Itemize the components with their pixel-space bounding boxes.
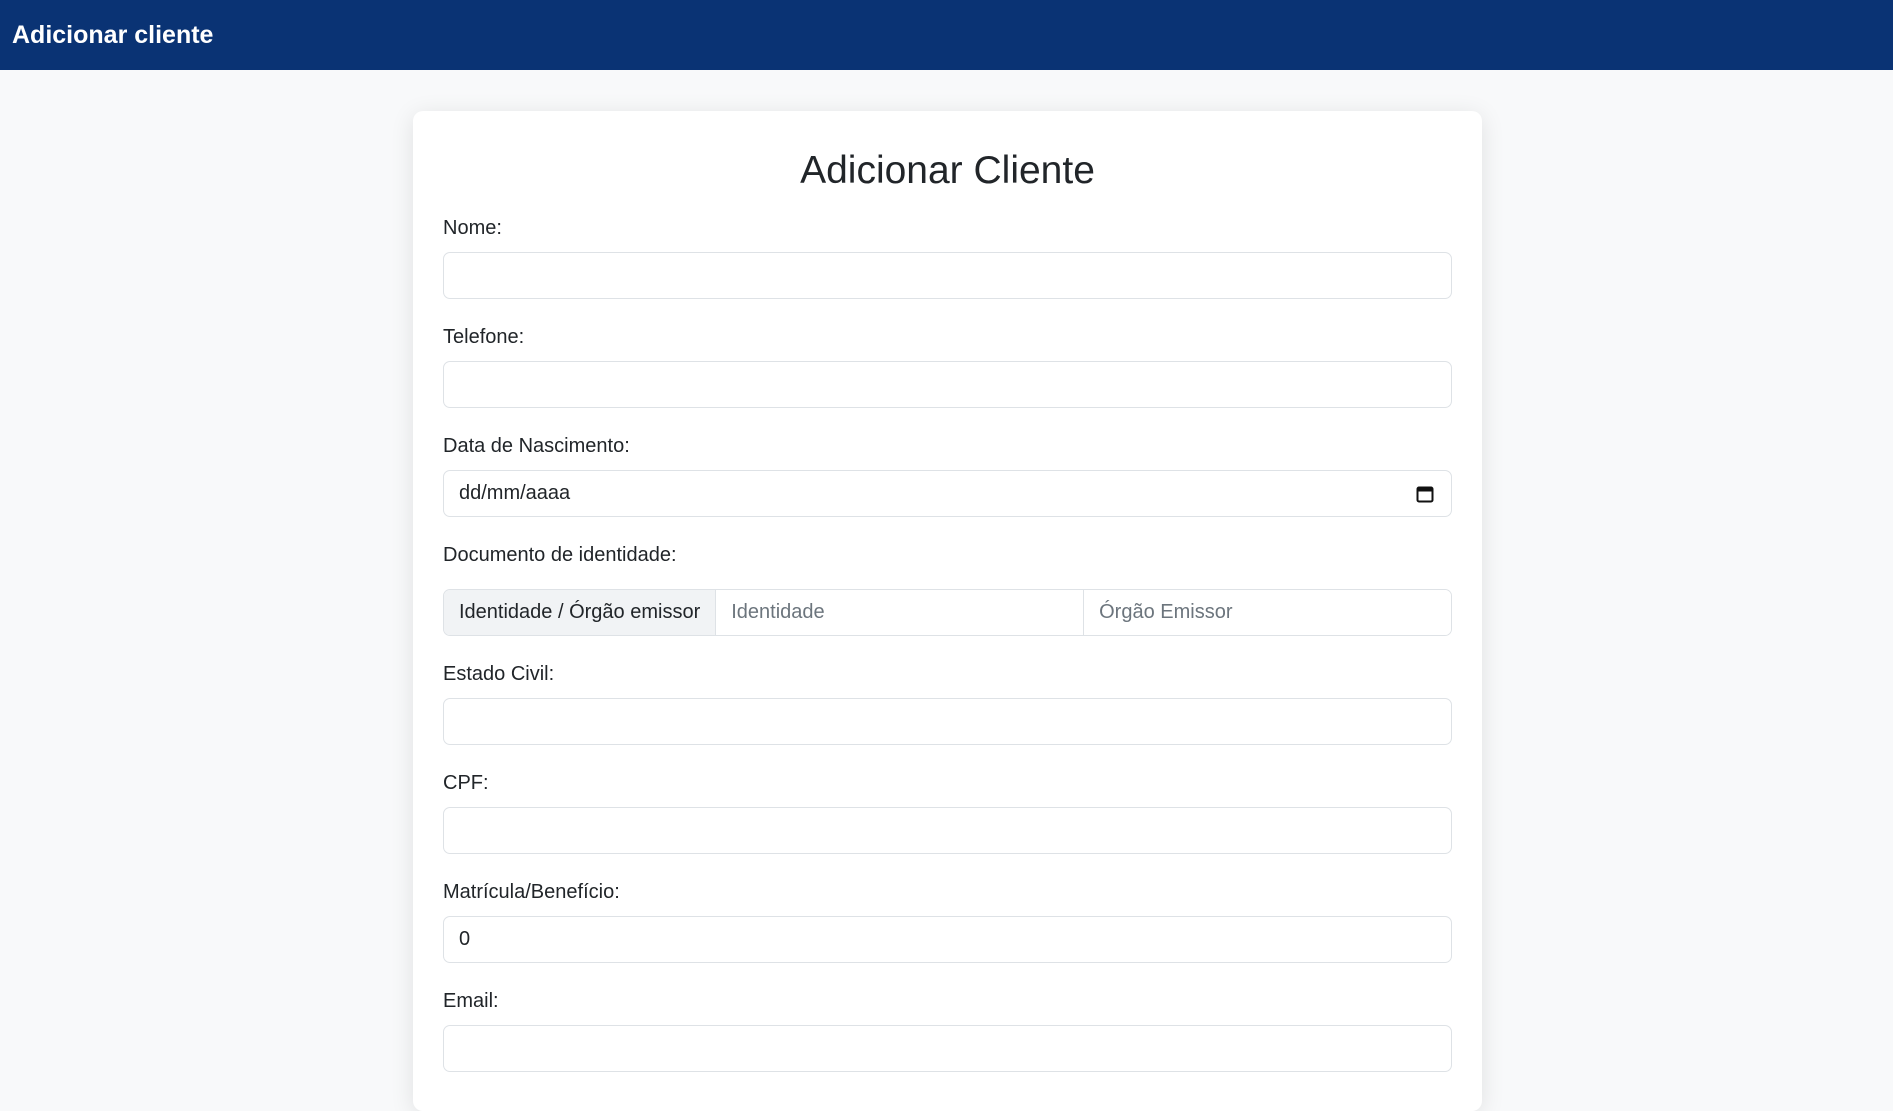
- identidade-placeholder: Identidade: [731, 601, 825, 623]
- identidade-input[interactable]: Identidade: [716, 590, 1084, 635]
- documento-group: Documento de identidade: Identidade / Ór…: [443, 544, 1452, 636]
- estado-civil-label: Estado Civil:: [443, 663, 555, 685]
- email-input[interactable]: [443, 1025, 1452, 1072]
- telefone-input[interactable]: [443, 361, 1452, 408]
- top-navbar: Adicionar cliente: [0, 0, 1893, 70]
- nascimento-group: Data de Nascimento: dd/mm/aaaa: [443, 435, 1452, 517]
- orgao-emissor-input[interactable]: Órgão Emissor: [1083, 590, 1451, 635]
- email-group: Email:: [443, 990, 1452, 1072]
- telefone-group: Telefone:: [443, 326, 1452, 408]
- form-card: Adicionar Cliente Nome: Telefone: Data d…: [413, 111, 1482, 1111]
- cpf-label: CPF:: [443, 772, 489, 794]
- nome-label: Nome:: [443, 217, 502, 239]
- nascimento-date-input[interactable]: dd/mm/aaaa: [443, 470, 1452, 517]
- documento-prefix: Identidade / Órgão emissor: [444, 590, 717, 635]
- cpf-input[interactable]: [443, 807, 1452, 854]
- nascimento-value: dd/mm/aaaa: [459, 482, 571, 504]
- documento-label: Documento de identidade:: [443, 544, 677, 566]
- orgao-emissor-placeholder: Órgão Emissor: [1099, 601, 1233, 623]
- estado-civil-input[interactable]: [443, 698, 1452, 745]
- calendar-icon[interactable]: [1414, 483, 1436, 505]
- nome-input[interactable]: [443, 252, 1452, 299]
- matricula-label: Matrícula/Benefício:: [443, 881, 620, 903]
- matricula-value: 0: [459, 928, 471, 950]
- matricula-input[interactable]: 0: [443, 916, 1452, 963]
- telefone-label: Telefone:: [443, 326, 525, 348]
- page-title: Adicionar Cliente: [800, 149, 1095, 192]
- estado-civil-group: Estado Civil:: [443, 663, 1452, 745]
- navbar-brand[interactable]: Adicionar cliente: [12, 21, 213, 50]
- email-label: Email:: [443, 990, 499, 1012]
- documento-input-group: Identidade / Órgão emissor Identidade Ór…: [443, 589, 1452, 636]
- nome-group: Nome:: [443, 217, 1452, 299]
- matricula-group: Matrícula/Benefício: 0: [443, 881, 1452, 963]
- cpf-group: CPF:: [443, 772, 1452, 854]
- nascimento-label: Data de Nascimento:: [443, 435, 630, 457]
